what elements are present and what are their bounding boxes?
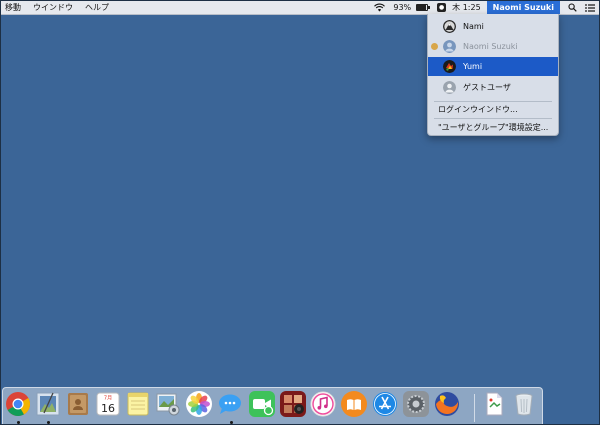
- menu-go[interactable]: 移動: [5, 1, 21, 14]
- user-item-label: ゲストユーザ: [463, 83, 511, 92]
- photo-booth-icon[interactable]: [280, 391, 306, 417]
- users-groups-prefs-item[interactable]: "ユーザとグループ"環境設定...: [438, 122, 548, 133]
- clock[interactable]: 木 1:25: [452, 1, 481, 14]
- naomi-avatar: [443, 40, 456, 53]
- running-indicator: [230, 421, 233, 424]
- desktop: 移動 ウインドウ ヘルプ 93% ● 木 1:25 Naomi Suzuki N…: [0, 0, 600, 425]
- chrome-icon[interactable]: [5, 391, 31, 417]
- user-item-label: Naomi Suzuki: [463, 42, 518, 51]
- running-indicator: [17, 421, 20, 424]
- nami-avatar: [443, 20, 456, 33]
- system-preferences-icon[interactable]: [403, 391, 429, 417]
- preview-icon[interactable]: [35, 391, 61, 417]
- notes-icon[interactable]: [125, 391, 151, 417]
- calendar-icon[interactable]: 7月 16: [95, 391, 121, 417]
- user-item-label: Yumi: [463, 62, 483, 71]
- menu-separator: [434, 101, 552, 102]
- login-window-item[interactable]: ログインウインドウ...: [438, 104, 518, 115]
- ibooks-icon[interactable]: [341, 391, 367, 417]
- user-item-guest[interactable]: ゲストユーザ: [428, 78, 558, 97]
- current-user-menu[interactable]: Naomi Suzuki: [486, 1, 560, 14]
- user-switch-menu: Nami Naomi Suzuki Yumi ゲストユーザ ログインウインドウ.…: [427, 14, 559, 136]
- photos-icon[interactable]: [186, 391, 212, 417]
- battery-icon[interactable]: [413, 1, 431, 14]
- yumi-avatar: [443, 60, 456, 73]
- calendar-day: 16: [101, 402, 115, 415]
- guest-avatar: [443, 81, 456, 94]
- user-item-naomi-suzuki: Naomi Suzuki: [428, 37, 558, 56]
- spotlight-icon[interactable]: [568, 1, 577, 14]
- app-store-icon[interactable]: [372, 391, 398, 417]
- notification-center-icon[interactable]: [585, 1, 595, 14]
- logged-in-indicator: [431, 43, 438, 50]
- menu-window[interactable]: ウインドウ: [33, 1, 73, 14]
- menu-separator: [434, 118, 552, 119]
- document-icon[interactable]: [481, 391, 507, 417]
- dock-separator: [474, 394, 475, 422]
- battery-percent[interactable]: 93%: [393, 1, 411, 14]
- dock: 7月 16: [2, 387, 543, 424]
- messages-icon[interactable]: [217, 391, 243, 417]
- firefox-icon[interactable]: [434, 391, 460, 417]
- trash-icon[interactable]: [511, 391, 537, 417]
- menu-help[interactable]: ヘルプ: [85, 1, 109, 14]
- user-item-label: Nami: [463, 22, 484, 31]
- facetime-icon[interactable]: [249, 391, 275, 417]
- wifi-icon[interactable]: [374, 1, 386, 14]
- running-indicator: [47, 421, 50, 424]
- itunes-icon[interactable]: [310, 391, 336, 417]
- calendar-month: 7月: [104, 396, 112, 402]
- image-capture-icon[interactable]: [155, 391, 181, 417]
- menu-bar: 移動 ウインドウ ヘルプ 93% ● 木 1:25 Naomi Suzuki: [1, 1, 599, 15]
- user-item-yumi[interactable]: Yumi: [428, 57, 558, 76]
- fast-user-switch-icon[interactable]: ●: [437, 1, 447, 14]
- contacts-icon[interactable]: [65, 391, 91, 417]
- user-item-nami[interactable]: Nami: [428, 17, 558, 36]
